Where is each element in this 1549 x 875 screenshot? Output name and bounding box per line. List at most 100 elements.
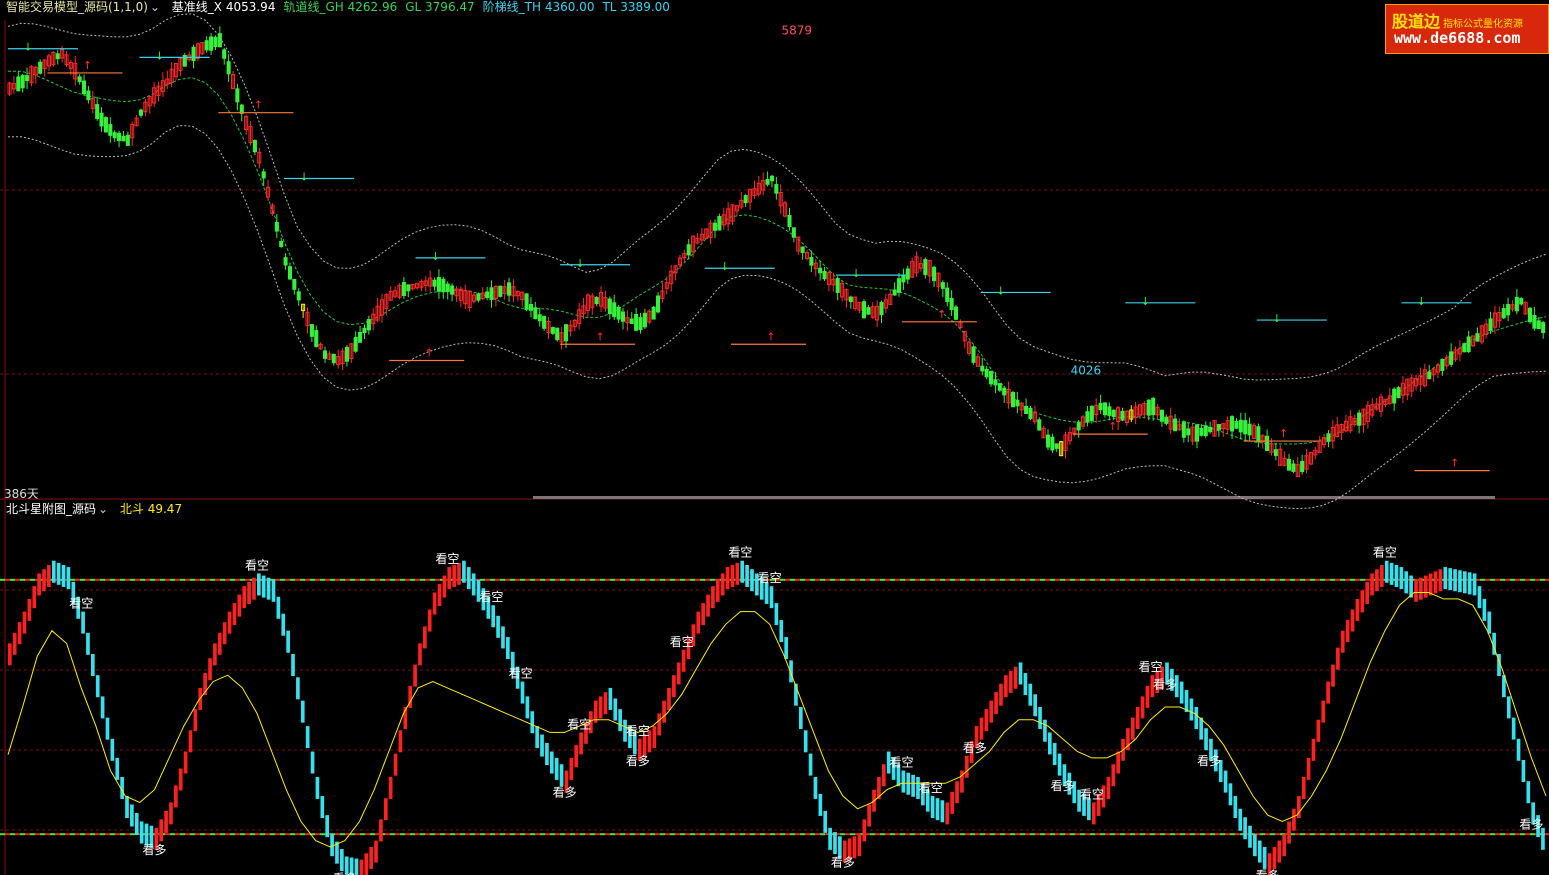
candle-body [1536, 320, 1541, 330]
candle-body [1532, 315, 1537, 329]
osc-bar [1306, 757, 1311, 780]
candle-body [809, 257, 814, 266]
osc-bar [730, 564, 735, 587]
candle-body [99, 112, 104, 127]
osc-bar [188, 730, 193, 753]
osc-bar [310, 751, 315, 774]
osc-bar [1052, 743, 1057, 766]
osc-bar [1458, 570, 1462, 593]
osc-bar [867, 804, 871, 827]
osc-bar [452, 564, 456, 587]
osc-bar [115, 757, 120, 780]
osc-bar [950, 791, 954, 814]
osc-bar [252, 577, 256, 600]
candle-body [1199, 427, 1204, 436]
osc-bar [1419, 577, 1423, 600]
osc-bar [618, 709, 622, 732]
candle-body [1291, 463, 1296, 472]
candle-body [344, 346, 349, 362]
candle-body [896, 278, 902, 293]
osc-bar [1248, 825, 1252, 848]
osc-bar [667, 687, 671, 710]
osc-bar [247, 581, 251, 604]
candle-body [1146, 399, 1151, 416]
up-arrow-icon: ↑ [766, 330, 775, 343]
osc-bar [603, 692, 608, 715]
candle-body [498, 285, 503, 297]
osc-bar [901, 770, 906, 793]
osc-bar [1453, 569, 1457, 592]
osc-bar [798, 707, 803, 729]
osc-bar [227, 611, 232, 634]
up-arrow-icon: ↑ [1108, 420, 1117, 433]
osc-bar [66, 567, 71, 590]
osc-bar [823, 810, 828, 833]
osc-bar [374, 840, 378, 863]
osc-bar [1013, 666, 1018, 689]
osc-bar [857, 834, 862, 857]
osc-bar [715, 579, 720, 602]
osc-signal-label: 看多 [142, 843, 166, 857]
candle-body [1159, 409, 1164, 422]
osc-signal-label: 看多 [626, 754, 650, 768]
osc-signal-label: 看空 [567, 717, 591, 731]
osc-bar [174, 785, 178, 808]
osc-bar [662, 700, 666, 723]
osc-bar [945, 802, 950, 825]
down-arrow-icon: ↓ [431, 250, 440, 263]
candle-body [20, 74, 25, 89]
osc-bar [208, 658, 212, 681]
up-arrow-icon: ↑ [595, 330, 604, 343]
osc-bar [769, 586, 774, 609]
osc-bar [271, 579, 276, 602]
osc-bar [418, 643, 422, 666]
candle-body [822, 271, 827, 280]
osc-bar [1292, 808, 1296, 831]
osc-bar [1423, 575, 1428, 598]
osc-bar [1287, 821, 1291, 844]
candle-body [322, 350, 328, 359]
osc-bar [545, 743, 549, 766]
osc-bar [979, 717, 984, 740]
osc-bar [1375, 569, 1379, 592]
osc-bar [657, 713, 662, 736]
candle-body [1527, 307, 1533, 323]
horizontal-scrollbar[interactable] [533, 496, 1495, 499]
candle-body [1462, 343, 1467, 353]
osc-bar [169, 802, 173, 825]
candle-body [1208, 426, 1213, 433]
osc-bar [1472, 573, 1477, 596]
osc-bar [1360, 590, 1365, 613]
osc-bar [1316, 719, 1321, 742]
osc-bar [383, 798, 388, 821]
osc-bar [1404, 571, 1409, 594]
osc-bar [672, 675, 676, 698]
candle-body [1186, 428, 1191, 436]
osc-bar [178, 768, 183, 791]
candle-body [406, 284, 411, 292]
osc-bar [1350, 609, 1355, 632]
osc-bar [81, 611, 85, 634]
candle-body [138, 109, 144, 116]
osc-bar [1277, 840, 1282, 863]
down-arrow-icon: ↓ [23, 41, 32, 54]
osc-bar [457, 562, 461, 585]
osc-bar [833, 832, 837, 855]
osc-bar [574, 745, 579, 768]
candle-body [835, 278, 840, 293]
candle-body [1107, 406, 1112, 416]
candle-body [125, 134, 130, 146]
osc-bar [1253, 834, 1257, 857]
osc-bar [1414, 579, 1418, 602]
candle-body [550, 327, 555, 334]
osc-bar [711, 586, 715, 609]
osc-bar [740, 560, 745, 583]
osc-bar [8, 643, 12, 666]
price-extreme-label: 4026 [1071, 364, 1102, 378]
osc-signal-label: 看空 [509, 667, 533, 681]
candle-body [1506, 304, 1511, 316]
candle-body [848, 296, 853, 303]
candle-body [1488, 318, 1493, 331]
chart-canvas[interactable]: ↓↓↓↓↓↓↓↓↓↓↓↑↑↑↑↑↑↑↑↑58795079402635163389… [0, 0, 1549, 875]
osc-bar [501, 626, 505, 649]
